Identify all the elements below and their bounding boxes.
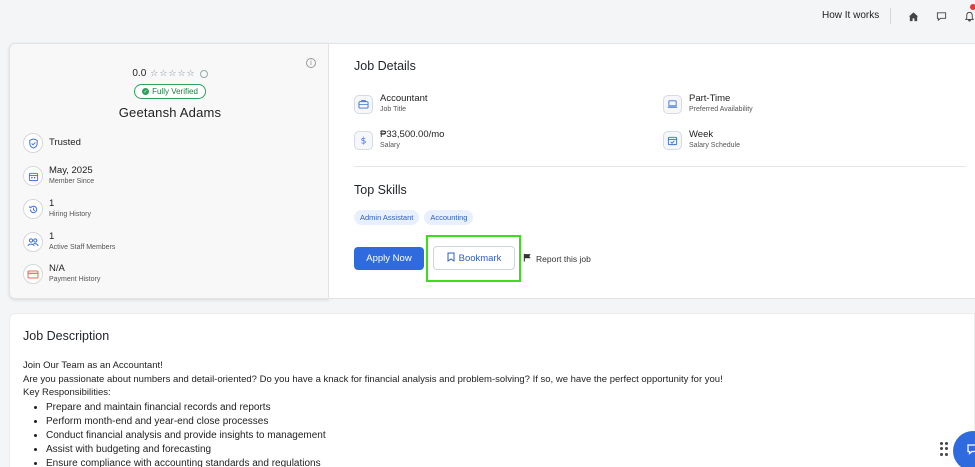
laptop-icon xyxy=(663,94,682,114)
description-intro: Join Our Team as an Accountant! xyxy=(23,360,163,371)
stat-active-staff: 1 Active Staff Members xyxy=(23,231,115,253)
top-navigation: How It works xyxy=(0,0,975,34)
credit-card-icon xyxy=(23,264,43,284)
stat-hiring-history: 1 Hiring History xyxy=(23,198,91,220)
job-description-card: Job Description Join Our Team as an Acco… xyxy=(9,313,975,467)
responsibilities-heading: Key Responsibilities: xyxy=(23,387,111,398)
responsibilities-list: Prepare and maintain financial records a… xyxy=(46,401,326,467)
bookmark-icon xyxy=(447,252,455,265)
rating-row: 0.0 ☆☆☆☆☆ xyxy=(10,68,330,79)
verified-badge: ✓ Fully Verified xyxy=(134,84,206,99)
detail-value: Week xyxy=(689,129,714,140)
rating-value: 0.0 xyxy=(132,68,147,79)
detail-label: Salary Schedule xyxy=(689,142,740,149)
chat-icon[interactable] xyxy=(934,9,948,23)
stat-member-since-text: May, 2025 Member Since xyxy=(49,165,94,187)
skill-tag: Accounting xyxy=(424,210,474,225)
detail-value: Accountant xyxy=(380,93,428,104)
nav-divider xyxy=(890,8,891,24)
report-job-link[interactable]: Report this job xyxy=(523,253,591,264)
detail-salary: $ ₱33,500.00/mo Salary xyxy=(354,129,444,151)
stat-member-since: May, 2025 Member Since xyxy=(23,165,94,187)
job-details-card: Job Details Accountant Job Title Part-Ti… xyxy=(329,43,975,299)
stat-value: Trusted xyxy=(49,137,81,148)
detail-availability-text: Part-Time Preferred Availability xyxy=(689,93,753,115)
stat-payment-history: N/A Payment History xyxy=(23,263,100,285)
list-item: Conduct financial analysis and provide i… xyxy=(46,429,326,443)
dollar-icon: $ xyxy=(354,130,373,150)
info-icon[interactable]: i xyxy=(306,58,316,68)
bell-icon[interactable] xyxy=(962,9,975,23)
svg-text:$: $ xyxy=(361,135,367,145)
calendar-check-icon xyxy=(663,130,682,150)
detail-value: ₱33,500.00/mo xyxy=(380,129,445,140)
stat-value: N/A xyxy=(49,263,65,274)
detail-availability: Part-Time Preferred Availability xyxy=(663,93,753,115)
stat-trusted: Trusted xyxy=(23,133,81,153)
verified-badge-wrapper: ✓ Fully Verified xyxy=(10,84,330,99)
bookmark-label: Bookmark xyxy=(458,252,502,264)
list-item: Perform month-end and year-end close pro… xyxy=(46,415,326,429)
check-icon: ✓ xyxy=(142,88,150,95)
stat-hiring-history-text: 1 Hiring History xyxy=(49,198,91,220)
users-icon xyxy=(23,232,43,252)
detail-value: Part-Time xyxy=(689,93,731,104)
stat-value: 1 xyxy=(49,231,55,242)
stat-label: Active Staff Members xyxy=(49,244,116,251)
list-item: Assist with budgeting and forecasting xyxy=(46,443,326,457)
verified-label: Fully Verified xyxy=(152,87,198,96)
stat-label: Payment History xyxy=(49,276,101,283)
section-divider xyxy=(354,166,966,167)
stat-value: 1 xyxy=(49,198,55,209)
stat-label: Member Since xyxy=(49,178,95,185)
calendar-icon xyxy=(23,166,43,186)
how-it-works-link[interactable]: How It works xyxy=(822,10,879,21)
bookmark-button[interactable]: Bookmark xyxy=(433,246,515,270)
detail-salary-schedule: Week Salary Schedule xyxy=(663,129,740,151)
detail-salary-schedule-text: Week Salary Schedule xyxy=(689,129,740,151)
detail-label: Salary xyxy=(380,142,400,149)
skill-tag: Admin Assistant xyxy=(354,210,420,225)
detail-label: Job Title xyxy=(380,106,407,113)
briefcase-icon xyxy=(354,94,373,114)
job-description-title: Job Description xyxy=(23,329,110,343)
employer-name: Geetansh Adams xyxy=(118,105,222,120)
notification-badge xyxy=(970,4,975,10)
stat-active-staff-text: 1 Active Staff Members xyxy=(49,231,115,253)
apply-now-button[interactable]: Apply Now xyxy=(354,247,424,270)
detail-job-title-text: Accountant Job Title xyxy=(380,93,428,115)
detail-label: Preferred Availability xyxy=(689,106,753,113)
stat-label: Hiring History xyxy=(49,211,92,218)
top-skills-title: Top Skills xyxy=(354,183,407,197)
shield-icon xyxy=(23,133,43,153)
star-rating-icon: ☆☆☆☆☆ xyxy=(150,68,196,79)
rating-info-icon[interactable] xyxy=(199,69,208,78)
report-label: Report this job xyxy=(536,253,591,264)
chat-bubble-icon xyxy=(966,442,975,461)
list-item: Prepare and maintain financial records a… xyxy=(46,401,326,415)
skill-tags: Admin Assistant Accounting xyxy=(354,210,474,225)
history-icon xyxy=(23,199,43,219)
stat-payment-history-text: N/A Payment History xyxy=(49,263,100,285)
description-lead: Are you passionate about numbers and det… xyxy=(23,374,723,385)
drag-handle-icon[interactable] xyxy=(940,442,950,456)
list-item: Ensure compliance with accounting standa… xyxy=(46,457,326,467)
stat-trusted-text: Trusted xyxy=(49,137,81,149)
stat-value: May, 2025 xyxy=(49,165,93,176)
job-details-title: Job Details xyxy=(354,59,416,73)
detail-salary-text: ₱33,500.00/mo Salary xyxy=(380,129,444,151)
flag-icon xyxy=(523,253,532,264)
employer-profile-card: i 0.0 ☆☆☆☆☆ ✓ Fully Verified Geetansh Ad… xyxy=(9,43,329,299)
home-icon[interactable] xyxy=(906,9,920,23)
detail-job-title: Accountant Job Title xyxy=(354,93,428,115)
